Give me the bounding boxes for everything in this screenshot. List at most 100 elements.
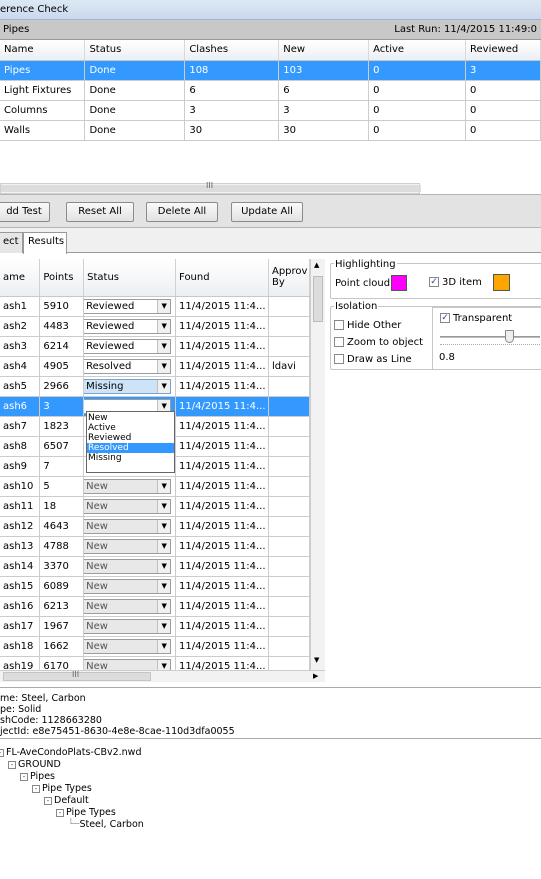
status-combo[interactable]: New ▼ — [83, 498, 172, 514]
tree-node[interactable]: └─Steel, Carbon — [68, 819, 144, 830]
reset-all-button[interactable]: Reset All — [66, 202, 134, 222]
status-combo[interactable]: Reviewed ▼ — [83, 298, 172, 314]
results-column-header[interactable]: Approv By — [268, 259, 311, 297]
results-column-header[interactable]: Status — [83, 259, 177, 297]
chevron-down-icon[interactable]: ▼ — [157, 499, 171, 513]
chevron-down-icon[interactable]: ▼ — [157, 639, 171, 653]
delete-all-button[interactable]: Delete All — [146, 202, 218, 222]
status-combo[interactable]: New ▼ — [83, 578, 172, 594]
status-combo[interactable]: New ▼ — [83, 558, 172, 574]
chevron-down-icon[interactable]: ▼ — [157, 539, 171, 553]
status-dropdown-list[interactable]: New Active Reviewed Resolved Missing — [86, 411, 175, 473]
status-combo[interactable]: New ▼ — [83, 618, 172, 634]
status-combo[interactable]: New ▼ — [83, 598, 172, 614]
tests-column-header[interactable]: Active — [368, 40, 467, 61]
collapse-icon[interactable]: - — [32, 784, 40, 793]
collapse-icon[interactable]: - — [8, 760, 16, 769]
point-cloud-color-swatch[interactable] — [391, 275, 407, 291]
tab-select[interactable]: ect — [0, 232, 23, 253]
chevron-down-icon[interactable]: ▼ — [157, 559, 171, 573]
results-row[interactable]: ash3 6214 Reviewed ▼ 11/4/2015 11:4... — [0, 336, 311, 357]
results-column-header[interactable]: Found — [175, 259, 269, 297]
results-vertical-scrollbar[interactable]: ▲ ▼ — [310, 259, 325, 670]
transparent-checkbox[interactable]: ✓ Transparent — [440, 313, 512, 324]
chevron-down-icon[interactable]: ▼ — [157, 619, 171, 633]
chevron-down-icon[interactable]: ▼ — [157, 339, 171, 353]
tests-column-header[interactable]: Name — [0, 40, 86, 61]
tree-node[interactable]: - Default — [44, 795, 89, 806]
status-option[interactable]: Resolved — [87, 443, 174, 453]
results-row[interactable]: ash11 18 New ▼ 11/4/2015 11:4... — [0, 496, 311, 517]
results-row[interactable]: ash16 6213 New ▼ 11/4/2015 11:4... — [0, 596, 311, 617]
chevron-down-icon[interactable]: ▼ — [157, 479, 171, 493]
tests-row[interactable]: Columns Done 3 3 0 0 — [0, 100, 541, 121]
checkbox-icon[interactable] — [334, 320, 344, 330]
item-color-swatch[interactable] — [493, 274, 510, 291]
chevron-down-icon[interactable]: ▼ — [157, 579, 171, 593]
chevron-down-icon[interactable]: ▼ — [157, 379, 171, 393]
tests-column-header[interactable]: Clashes — [184, 40, 280, 61]
results-row[interactable]: ash12 4643 New ▼ 11/4/2015 11:4... — [0, 516, 311, 537]
status-combo[interactable]: New ▼ — [83, 638, 172, 654]
scroll-down-icon[interactable]: ▼ — [314, 656, 319, 664]
status-option[interactable]: Missing — [87, 453, 174, 463]
status-option[interactable]: New — [87, 413, 174, 423]
chevron-down-icon[interactable]: ▼ — [157, 319, 171, 333]
checkbox-icon[interactable] — [334, 337, 344, 347]
status-combo[interactable]: New ▼ — [83, 478, 172, 494]
scroll-up-icon[interactable]: ▲ — [314, 261, 319, 269]
status-combo[interactable]: New ▼ — [83, 538, 172, 554]
hide-other-checkbox[interactable]: Hide Other — [334, 320, 401, 331]
chevron-down-icon[interactable]: ▼ — [157, 519, 171, 533]
chevron-down-icon[interactable]: ▼ — [157, 359, 171, 373]
tab-results[interactable]: Results — [23, 232, 67, 254]
results-row[interactable]: ash14 3370 New ▼ 11/4/2015 11:4... — [0, 556, 311, 577]
collapse-icon[interactable]: - — [20, 772, 28, 781]
results-row[interactable]: ash2 4483 Reviewed ▼ 11/4/2015 11:4... — [0, 316, 311, 337]
results-row[interactable]: ash4 4905 Resolved ▼ 11/4/2015 11:4... ldavi — [0, 356, 311, 377]
results-row[interactable]: ash18 1662 New ▼ 11/4/2015 11:4... — [0, 636, 311, 657]
scroll-thumb[interactable] — [313, 276, 323, 322]
transparency-slider-thumb[interactable] — [505, 330, 514, 343]
tests-row[interactable]: Walls Done 30 30 0 0 — [0, 120, 541, 141]
chevron-down-icon[interactable]: ▼ — [157, 299, 171, 313]
tests-horizontal-scrollbar[interactable]: III — [0, 181, 421, 194]
chevron-down-icon[interactable]: ▼ — [157, 599, 171, 613]
status-combo[interactable]: New ▼ — [83, 518, 172, 534]
results-horizontal-scrollbar[interactable]: III ▶ — [0, 670, 325, 682]
tree-node[interactable]: - GROUND — [8, 759, 61, 770]
status-option[interactable]: Reviewed — [87, 433, 174, 443]
status-option[interactable]: Active — [87, 423, 174, 433]
checkbox-checked-icon[interactable]: ✓ — [429, 277, 439, 287]
status-combo[interactable]: Reviewed ▼ — [83, 318, 172, 334]
tests-row[interactable]: Pipes Done 108 103 0 3 — [0, 60, 541, 81]
tree-node[interactable]: - Pipe Types — [56, 807, 116, 818]
checkbox-checked-icon[interactable]: ✓ — [440, 313, 450, 323]
results-column-header[interactable]: ame — [0, 259, 41, 297]
tests-row[interactable]: Light Fixtures Done 6 6 0 0 — [0, 80, 541, 101]
tests-column-header[interactable]: Status — [84, 40, 186, 61]
status-combo[interactable]: Reviewed ▼ — [83, 338, 172, 354]
tests-column-header[interactable]: New — [278, 40, 370, 61]
checkbox-icon[interactable] — [334, 354, 344, 364]
results-row[interactable]: ash5 2966 Missing ▼ 11/4/2015 11:4... — [0, 376, 311, 397]
tree-node[interactable]: - Pipe Types — [32, 783, 92, 794]
results-row[interactable]: ash13 4788 New ▼ 11/4/2015 11:4... — [0, 536, 311, 557]
status-combo[interactable]: Missing ▼ — [83, 378, 172, 394]
results-row[interactable]: ash17 1967 New ▼ 11/4/2015 11:4... — [0, 616, 311, 637]
collapse-icon[interactable]: - — [56, 808, 64, 817]
collapse-icon[interactable]: - — [0, 748, 4, 757]
draw-as-line-checkbox[interactable]: Draw as Line — [334, 354, 412, 365]
zoom-to-object-checkbox[interactable]: Zoom to object — [334, 337, 423, 348]
item-checkbox-wrap[interactable]: ✓ 3D item — [429, 277, 482, 288]
add-test-button[interactable]: dd Test — [0, 202, 50, 222]
status-combo[interactable]: Resolved ▼ — [83, 358, 172, 374]
tests-column-header[interactable]: Reviewed — [465, 40, 541, 61]
transparency-slider-track[interactable] — [440, 336, 540, 338]
results-column-header[interactable]: Points — [39, 259, 85, 297]
results-row[interactable]: ash15 6089 New ▼ 11/4/2015 11:4... — [0, 576, 311, 597]
results-row[interactable]: ash10 5 New ▼ 11/4/2015 11:4... — [0, 476, 311, 497]
tree-node[interactable]: -FL-AveCondoPlats-CBv2.nwd — [0, 747, 141, 758]
tree-node[interactable]: - Pipes — [20, 771, 55, 782]
collapse-icon[interactable]: - — [44, 796, 52, 805]
